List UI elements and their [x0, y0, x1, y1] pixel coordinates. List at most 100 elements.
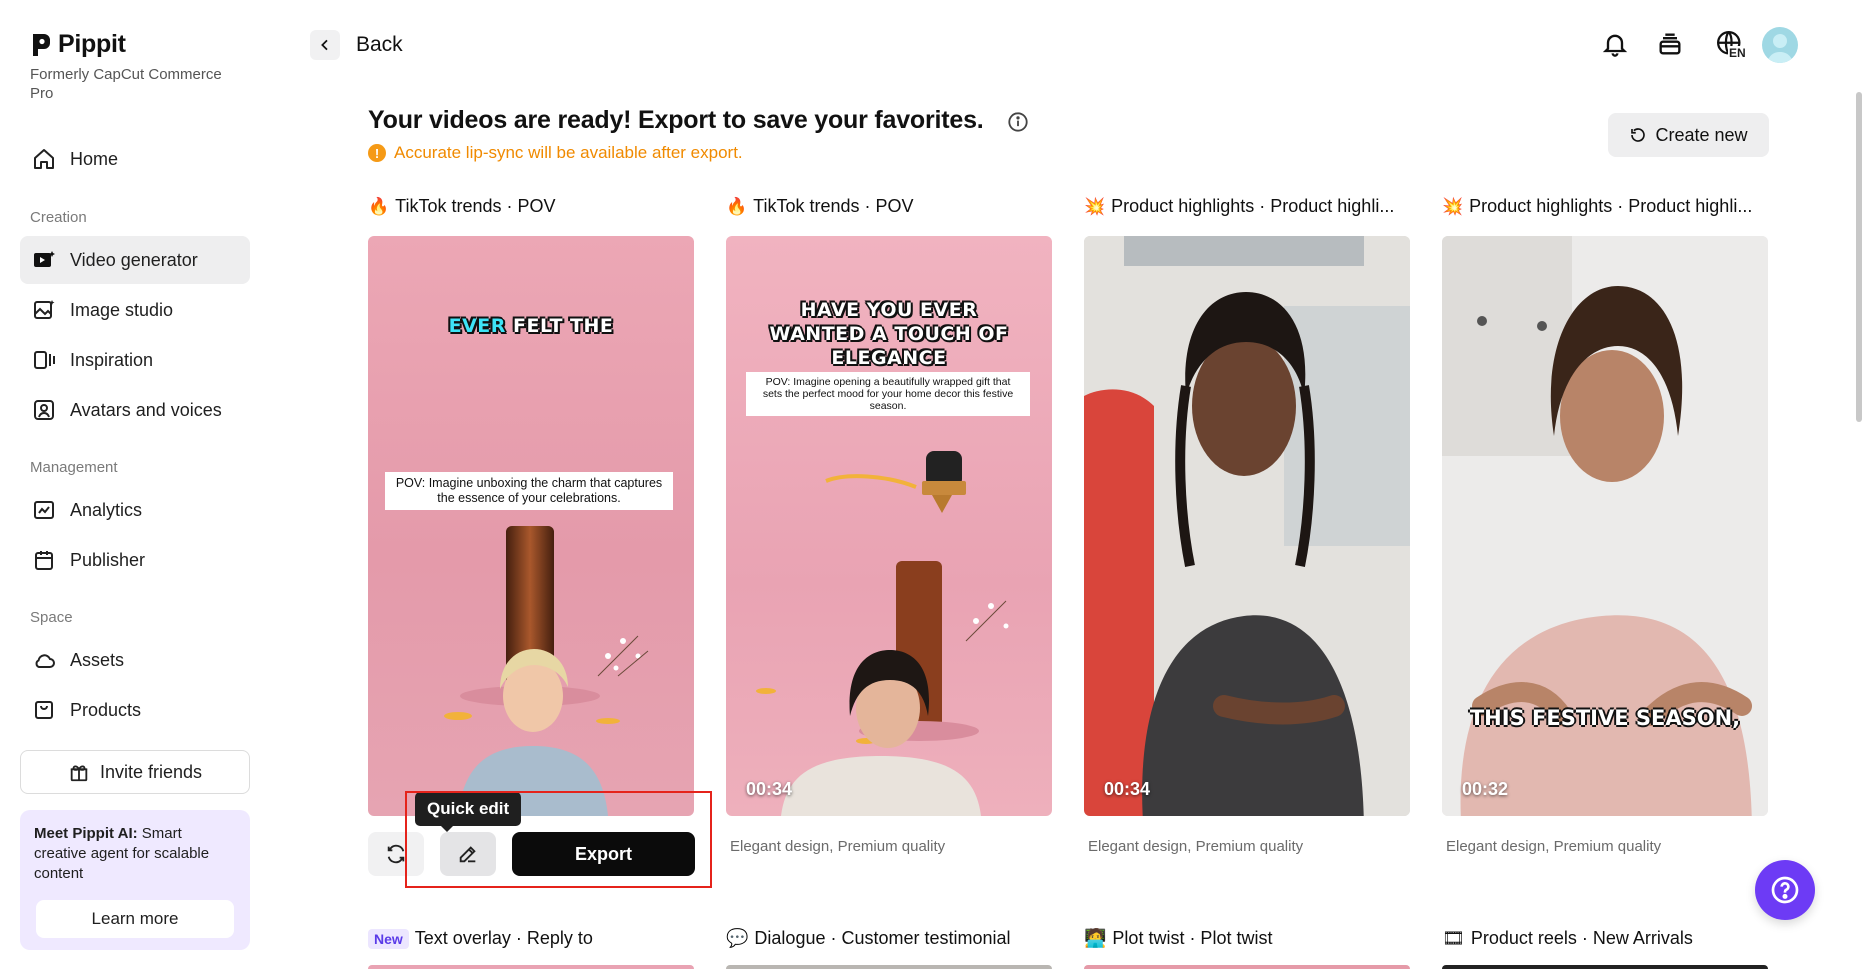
- image-studio-icon: [34, 300, 55, 319]
- lipsync-warning-text: Accurate lip-sync will be available afte…: [394, 143, 743, 162]
- regenerate-icon: [387, 844, 405, 864]
- video-thumbnail[interactable]: THIS FESTIVE SEASON, 00:32: [1442, 236, 1768, 816]
- refresh-icon: [1631, 128, 1646, 142]
- sidebar-item-avatars-and-voices[interactable]: Avatars and voices: [20, 386, 250, 434]
- video-duration: 00:32: [1462, 779, 1509, 799]
- video-generator-icon: [34, 251, 55, 267]
- analytics-icon: [34, 501, 54, 519]
- chevron-left-icon: [321, 39, 328, 51]
- product-box-icon: [35, 701, 53, 719]
- calendar-icon: [35, 551, 53, 570]
- video-thumbnail[interactable]: 00:34: [1084, 236, 1410, 816]
- language-button[interactable]: EN: [1708, 26, 1752, 62]
- presenter-video-image: [1084, 236, 1410, 816]
- back-label[interactable]: Back: [356, 33, 403, 57]
- card-title-text: Product highlights · Product highli...: [1469, 196, 1753, 216]
- video-thumbnail[interactable]: [1442, 965, 1768, 969]
- section-management: Management: [30, 459, 118, 476]
- card-title: 🧑‍💻 Plot twist · Plot twist: [1084, 928, 1272, 949]
- sidebar-item-products[interactable]: Products: [20, 686, 250, 734]
- section-creation: Creation: [30, 209, 87, 226]
- presenter-avatar-image: [781, 650, 981, 816]
- sidebar-item-analytics[interactable]: Analytics: [20, 486, 250, 534]
- chat-bubble-icon: 💬: [726, 928, 749, 948]
- create-new-label: Create new: [1655, 124, 1748, 145]
- bell-icon: [1602, 34, 1628, 57]
- person-icon: 🧑‍💻: [1084, 928, 1107, 948]
- user-avatar[interactable]: [1762, 27, 1798, 63]
- card-title: 💥 Product highlights · Product highli...: [1442, 196, 1752, 217]
- cloud-icon: [35, 654, 55, 668]
- sidebar-item-inspiration[interactable]: Inspiration: [20, 336, 250, 384]
- back-button[interactable]: [310, 30, 340, 60]
- card-title-text: Dialogue · Customer testimonial: [754, 928, 1011, 948]
- sidebar-item-video-generator[interactable]: Video generator: [20, 236, 250, 284]
- export-button[interactable]: Export: [512, 832, 695, 876]
- section-space: Space: [30, 609, 73, 626]
- video-thumbnail[interactable]: [726, 965, 1052, 969]
- video-thumbnail[interactable]: EVER FELT THE POV: Imagine unboxing the …: [368, 236, 694, 816]
- question-mark-icon: [1771, 876, 1799, 904]
- video-caption: Elegant design, Premium quality: [1088, 838, 1304, 855]
- invite-friends-button[interactable]: Invite friends: [20, 750, 250, 794]
- sidebar-item-label: Image studio: [70, 299, 174, 320]
- learn-more-button[interactable]: Learn more: [36, 900, 234, 938]
- sidebar-item-publisher[interactable]: Publisher: [20, 536, 250, 584]
- sidebar-item-label: Video generator: [70, 249, 198, 270]
- help-button[interactable]: [1755, 860, 1815, 920]
- brand-subtitle: Formerly CapCut Commerce Pro: [30, 66, 222, 102]
- create-new-button[interactable]: Create new: [1608, 113, 1769, 157]
- quick-edit-tooltip: Quick edit: [415, 792, 522, 832]
- card-title: 💬 Dialogue · Customer testimonial: [726, 928, 1011, 949]
- video-overlay-headline: HAVE YOU EVER WANTED A TOUCH OF ELEGANCE: [769, 299, 1009, 369]
- new-badge: New: [368, 928, 409, 949]
- info-icon[interactable]: [1007, 111, 1029, 133]
- subscription-button[interactable]: [1652, 26, 1688, 62]
- video-overlay-caption: POV: Imagine unboxing the charm that cap…: [385, 472, 673, 510]
- video-overlay-caption: POV: Imagine opening a beautifully wrapp…: [746, 372, 1030, 416]
- film-icon: 🎞: [1442, 928, 1465, 948]
- video-caption: Elegant design, Premium quality: [1446, 838, 1662, 855]
- notification-button[interactable]: [1597, 26, 1633, 62]
- page-scrollbar[interactable]: [1856, 92, 1862, 422]
- user-avatar-icon: [1767, 34, 1793, 63]
- video-overlay-headline: EVER FELT THE: [448, 315, 614, 337]
- brand[interactable]: Pippit: [30, 30, 126, 59]
- video-caption: Elegant design, Premium quality: [730, 838, 946, 855]
- card-title: New Text overlay · Reply to: [368, 928, 593, 949]
- fire-icon: 🔥: [368, 196, 390, 216]
- warning-icon: !: [368, 144, 386, 162]
- sidebar-item-home[interactable]: Home: [20, 135, 250, 183]
- presenter-avatar-image: [458, 649, 608, 816]
- sparkle-icon: 💥: [1084, 196, 1106, 216]
- pencil-icon: [459, 846, 476, 863]
- pippit-ai-promo-text: Meet Pippit AI: Smart creative agent for…: [34, 825, 210, 882]
- language-code: EN: [1728, 46, 1747, 60]
- card-title-text: Text overlay · Reply to: [414, 928, 593, 948]
- pippit-logo-icon: [33, 33, 50, 56]
- sidebar-item-image-studio[interactable]: Image studio: [20, 286, 250, 334]
- sidebar-item-label: Publisher: [70, 549, 146, 570]
- video-duration: 00:34: [1104, 779, 1151, 799]
- card-title-text: TikTok trends · POV: [753, 196, 914, 216]
- pippit-ai-promo-card: Meet Pippit AI: Smart creative agent for…: [20, 810, 250, 950]
- sidebar-item-label: Home: [70, 148, 119, 169]
- video-subtitle: THIS FESTIVE SEASON,: [1469, 706, 1741, 730]
- video-thumbnail[interactable]: [1084, 965, 1410, 969]
- sidebar-item-assets[interactable]: Assets: [20, 636, 250, 684]
- lipsync-warning: ! Accurate lip-sync will be available af…: [368, 143, 743, 163]
- card-title-text: Plot twist · Plot twist: [1112, 928, 1273, 948]
- card-title: 🔥 TikTok trends · POV: [368, 196, 556, 217]
- brand-name: Pippit: [58, 30, 126, 58]
- regenerate-button[interactable]: [368, 832, 424, 876]
- card-title: 🔥 TikTok trends · POV: [726, 196, 914, 217]
- quick-edit-button[interactable]: [440, 832, 496, 876]
- video-duration: 00:34: [746, 779, 793, 799]
- video-thumbnail[interactable]: HAVE YOU EVER WANTED A TOUCH OF ELEGANCE…: [726, 236, 1052, 816]
- card-title-text: Product reels · New Arrivals: [1470, 928, 1693, 948]
- stack-icon: [1659, 33, 1681, 55]
- invite-friends-label: Invite friends: [99, 761, 203, 782]
- home-icon: [34, 149, 54, 169]
- gift-icon: [70, 765, 88, 782]
- video-thumbnail[interactable]: [368, 965, 694, 969]
